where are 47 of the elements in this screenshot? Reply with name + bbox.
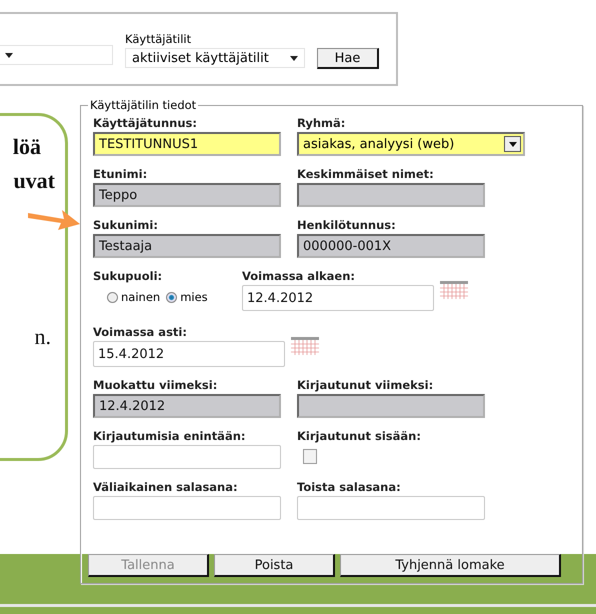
text-field[interactable]: 12.4.2012 [93, 394, 281, 418]
text-field[interactable]: 000000-001X [297, 234, 485, 258]
date-field[interactable]: 12.4.2012 [242, 285, 434, 311]
callout-text: n. [34, 324, 52, 350]
group-select[interactable]: asiakas, analyysi (web) [297, 132, 525, 156]
field-label: Voimassa asti: [93, 325, 188, 339]
panel-legend: Käyttäjätilin tiedot [88, 98, 198, 112]
text-field[interactable] [93, 496, 281, 520]
field-label: Kirjautunut viimeksi: [297, 378, 434, 392]
field-label: Käyttäjätunnus: [93, 116, 198, 130]
text-field[interactable]: Testaaja [93, 234, 281, 258]
account-filter-select[interactable]: aktiiviset käyttäjätilit [125, 48, 305, 68]
text-field[interactable]: Teppo [93, 183, 281, 207]
field-label: Väliaikainen salasana: [93, 480, 239, 494]
text-field[interactable] [297, 496, 485, 520]
calendar-icon[interactable] [440, 281, 468, 299]
text-field[interactable] [297, 183, 485, 207]
field-label: Toista salasana: [297, 480, 402, 494]
radio-button[interactable] [166, 292, 178, 302]
callout-text: uvat [13, 168, 55, 194]
field-label: Ryhmä: [297, 116, 346, 130]
field-label: Kirjautunut sisään: [297, 429, 421, 443]
field-label: Keskimmäiset nimet: [297, 167, 435, 181]
text-field[interactable]: TESTITUNNUS1 [93, 132, 281, 156]
search-button[interactable]: Hae [317, 48, 379, 69]
field-label: Kirjautumisia enintään: [93, 429, 246, 443]
date-field[interactable]: 15.4.2012 [93, 341, 285, 367]
field-label: Etunimi: [93, 167, 148, 181]
field-label: Sukupuoli: [93, 269, 164, 283]
form-button[interactable]: Poista [214, 554, 335, 577]
radio-label[interactable]: nainen [121, 290, 160, 304]
caret-icon [5, 52, 13, 58]
field-label: Sukunimi: [93, 218, 159, 232]
field-label: Käyttäjätilit [125, 32, 192, 46]
caret-icon [290, 56, 298, 60]
radio-button[interactable] [107, 292, 118, 302]
caret-icon [508, 142, 516, 146]
field-label: Muokattu viimeksi: [93, 378, 218, 392]
checkbox[interactable] [303, 449, 317, 464]
text-field[interactable] [297, 394, 485, 418]
field-label: Voimassa alkaen: [242, 269, 356, 283]
form-button[interactable]: Tyhjennä lomake [340, 554, 561, 577]
calendar-icon[interactable] [291, 337, 319, 355]
field-label: Henkilötunnus: [297, 218, 397, 232]
text-field[interactable] [93, 445, 281, 469]
radio-label[interactable]: mies [180, 290, 208, 304]
callout-text: löä [12, 134, 42, 160]
